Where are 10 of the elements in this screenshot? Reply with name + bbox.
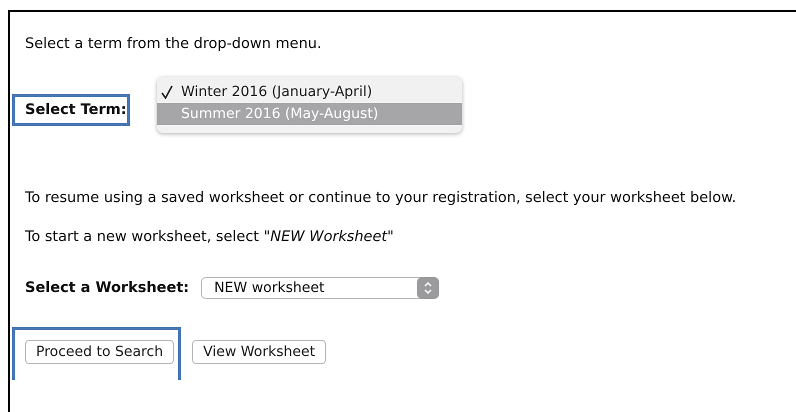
proceed-button[interactable]: Proceed to Search [25, 340, 174, 364]
menu-item[interactable]: Winter 2016 (January-April) [157, 81, 462, 103]
term-label: Select Term: [12, 94, 130, 126]
new-worksheet-text: To start a new worksheet, select "NEW Worksheet" [25, 228, 395, 247]
stepper-icon [417, 277, 440, 299]
worksheet-select[interactable]: NEW worksheet [201, 277, 440, 299]
instruction-text: Select a term from the drop-down menu. [25, 35, 323, 54]
resume-paragraph: To resume using a saved worksheet or continue to your registration, select your worksheet below. [25, 189, 738, 208]
view-button[interactable]: View Worksheet [192, 340, 326, 364]
worksheet-label: Select a Worksheet: [25, 280, 190, 296]
